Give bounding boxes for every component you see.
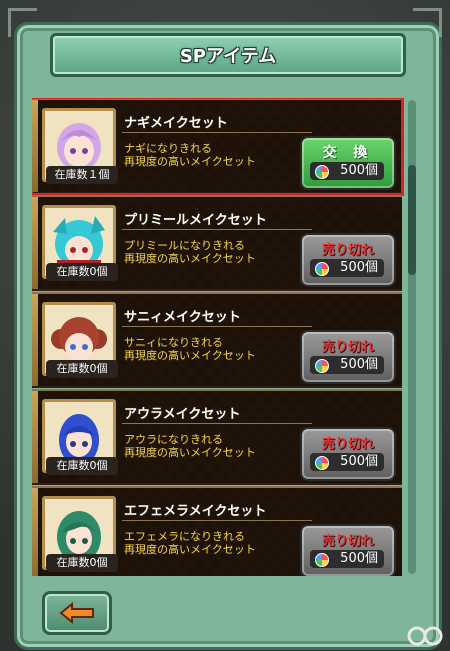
item-name: サニィメイクセット (124, 310, 241, 325)
description-line: 再現度の高いメイクセット (124, 155, 256, 168)
description-line: 再現度の高いメイクセット (124, 446, 256, 459)
list-item[interactable]: 在庫数0個 アウラメイクセット アウラになりきれる 再現度の高いメイクセット 売… (32, 389, 402, 485)
gem-icon (315, 456, 329, 470)
item-description: アウラになりきれる 再現度の高いメイクセット (124, 433, 294, 459)
list-item[interactable]: 在庫数１個 ナギメイクセット ナギになりきれる 再現度の高いメイクセット 交 換… (32, 98, 404, 196)
list-item[interactable]: 在庫数0個 プリミールメイクセット プリミールになりきれる 再現度の高いメイクセ… (32, 195, 402, 291)
stock-count: 在庫数0個 (46, 360, 118, 378)
description-line: エフェメラになりきれる (124, 530, 245, 543)
list-item[interactable]: 在庫数0個 エフェメラメイクセット エフェメラになりきれる 再現度の高いメイクセ… (32, 486, 402, 576)
divider (122, 423, 312, 424)
description-line: 再現度の高いメイクセット (124, 252, 256, 265)
item-description: サニィになりきれる 再現度の高いメイクセット (124, 336, 294, 362)
corner-ornament (413, 8, 442, 37)
sold-out-button[interactable]: 売り切れ 500個 (300, 330, 396, 384)
divider (122, 229, 312, 230)
item-description: プリミールになりきれる 再現度の高いメイクセット (124, 239, 294, 265)
description-line: アウラになりきれる (124, 433, 223, 446)
description-line: 再現度の高いメイクセット (124, 349, 256, 362)
item-description: エフェメラになりきれる 再現度の高いメイクセット (124, 530, 294, 556)
gem-icon (315, 262, 329, 276)
button-label: 売り切れ (321, 437, 374, 452)
exchange-button[interactable]: 交 換 500個 (300, 136, 396, 190)
description-line: プリミールになりきれる (124, 239, 245, 252)
item-name: アウラメイクセット (124, 407, 241, 422)
item-description: ナギになりきれる 再現度の高いメイクセット (124, 142, 294, 168)
button-label: 交 換 (322, 145, 374, 161)
back-button[interactable] (42, 591, 112, 635)
description-line: サニィになりきれる (124, 336, 223, 349)
stock-count: 在庫数１個 (46, 166, 118, 184)
scrollbar-thumb[interactable] (408, 165, 416, 275)
corner-ornament (8, 8, 37, 37)
description-line: 再現度の高いメイクセット (124, 543, 256, 556)
gem-icon (315, 359, 329, 373)
list-item[interactable]: 在庫数0個 サニィメイクセット サニィになりきれる 再現度の高いメイクセット 売… (32, 292, 402, 388)
sold-out-button[interactable]: 売り切れ 500個 (300, 524, 396, 576)
button-label: 売り切れ (321, 534, 374, 549)
divider (122, 520, 312, 521)
description-line: ナギになりきれる (124, 142, 212, 155)
item-name: ナギメイクセット (124, 116, 228, 131)
page-title: SPアイテム (179, 46, 277, 67)
button-label: 売り切れ (321, 340, 374, 355)
gem-icon (315, 553, 329, 567)
divider (122, 132, 312, 133)
sold-out-button[interactable]: 売り切れ 500個 (300, 427, 396, 481)
gem-icon (315, 165, 329, 179)
item-name: エフェメラメイクセット (124, 504, 267, 519)
item-list[interactable]: 在庫数１個 ナギメイクセット ナギになりきれる 再現度の高いメイクセット 交 換… (32, 98, 404, 576)
stock-count: 在庫数0個 (46, 263, 118, 281)
back-arrow-icon (59, 602, 94, 624)
stock-count: 在庫数0個 (46, 457, 118, 475)
stock-count: 在庫数0個 (46, 554, 118, 572)
title-plate: SPアイテム (50, 33, 406, 77)
watermark-logo (406, 625, 444, 647)
divider (122, 326, 312, 327)
sold-out-button[interactable]: 売り切れ 500個 (300, 233, 396, 287)
button-label: 売り切れ (321, 243, 374, 258)
item-name: プリミールメイクセット (124, 213, 267, 228)
